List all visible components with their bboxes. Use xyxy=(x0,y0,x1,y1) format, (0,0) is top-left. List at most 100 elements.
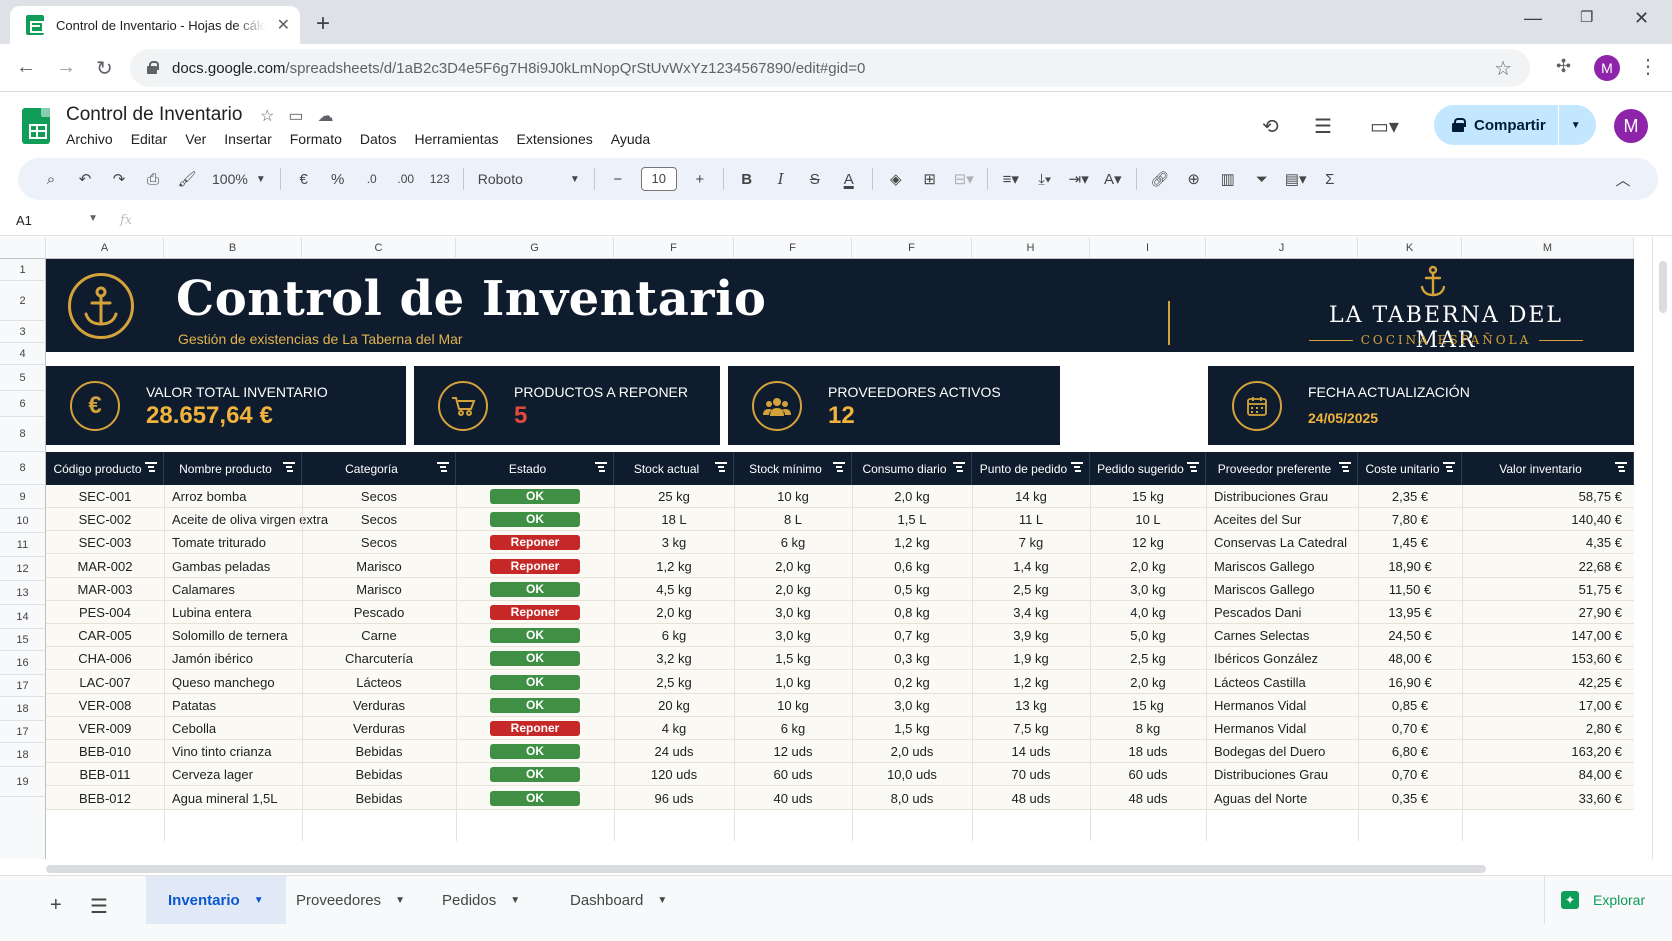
table-cell[interactable]: 14 kg xyxy=(972,485,1090,508)
table-cell[interactable]: 58,75 € xyxy=(1462,485,1634,508)
row-header[interactable]: 9 xyxy=(0,485,46,509)
menu-editar[interactable]: Editar xyxy=(131,131,168,147)
column-header[interactable]: F xyxy=(614,237,734,259)
share-dropdown-icon[interactable]: ▼ xyxy=(1571,120,1581,131)
table-cell[interactable]: Solomillo de ternera xyxy=(164,624,302,647)
table-cell[interactable]: 0,7 kg xyxy=(852,624,972,647)
font-size-input[interactable]: 10 xyxy=(640,167,677,191)
table-cell[interactable]: SEC-003 xyxy=(46,531,164,554)
table-cell[interactable]: 24,50 € xyxy=(1358,624,1462,647)
column-header[interactable]: I xyxy=(1090,237,1206,259)
column-header[interactable]: F xyxy=(852,237,972,259)
sheet-tab-inventario[interactable]: Inventario ▼ xyxy=(146,876,286,924)
row-header[interactable]: 5 xyxy=(0,365,46,391)
vertical-align-icon[interactable]: ⤓▾ xyxy=(1028,164,1062,194)
table-cell[interactable]: 140,40 € xyxy=(1462,508,1634,531)
browser-profile-avatar[interactable]: M xyxy=(1594,55,1620,81)
menu-ver[interactable]: Ver xyxy=(185,131,206,147)
table-cell[interactable]: Conservas La Catedral xyxy=(1206,531,1358,554)
table-cell[interactable]: 6,80 € xyxy=(1358,740,1462,763)
print-icon[interactable]: ⎙ xyxy=(136,164,170,194)
merge-cells-icon[interactable]: ⊟▾ xyxy=(947,164,981,194)
sheet-tab-dashboard[interactable]: Dashboard ▼ xyxy=(570,876,667,924)
filter-icon[interactable] xyxy=(1187,462,1199,472)
sheet-tab-pedidos[interactable]: Pedidos ▼ xyxy=(442,876,520,924)
table-cell[interactable]: 4,5 kg xyxy=(614,578,734,601)
table-header-cell[interactable]: Consumo diario xyxy=(852,452,972,485)
filter-icon[interactable] xyxy=(953,462,965,472)
table-cell[interactable]: 1,0 kg xyxy=(734,671,852,694)
row-header[interactable]: 10 xyxy=(0,509,46,533)
search-menus-icon[interactable]: ⌕ xyxy=(34,164,68,194)
table-cell[interactable]: 4,35 € xyxy=(1462,531,1634,554)
menu-archivo[interactable]: Archivo xyxy=(66,131,113,147)
table-row[interactable]: MAR-003 Calamares Marisco OK 4,5 kg 2,0 kg 0,5… xyxy=(46,577,1634,601)
filter-icon[interactable]: ⏷ xyxy=(1245,164,1279,194)
table-cell[interactable]: BEB-011 xyxy=(46,763,164,786)
table-cell[interactable]: 3 kg xyxy=(614,531,734,554)
new-tab-icon[interactable]: + xyxy=(316,10,330,38)
table-cell[interactable]: 10 kg xyxy=(734,694,852,717)
table-cell[interactable]: 5,0 kg xyxy=(1090,624,1206,647)
table-cell[interactable]: 2,0 uds xyxy=(852,740,972,763)
close-tab-icon[interactable]: ✕ xyxy=(277,15,290,35)
back-icon[interactable]: ← xyxy=(16,56,36,79)
table-cell[interactable]: 51,75 € xyxy=(1462,578,1634,601)
insert-comment-icon[interactable]: ⊕ xyxy=(1177,164,1211,194)
percent-format-button[interactable]: % xyxy=(321,164,355,194)
table-cell[interactable]: 17,00 € xyxy=(1462,694,1634,717)
table-cell[interactable]: 1,5 kg xyxy=(852,717,972,740)
table-cell[interactable]: 2,0 kg xyxy=(734,555,852,578)
forward-icon[interactable]: → xyxy=(56,56,76,79)
table-row[interactable]: SEC-003 Tomate triturado Secos Reponer 3 kg 6… xyxy=(46,531,1634,555)
row-header[interactable]: 19 xyxy=(0,767,46,797)
table-cell[interactable]: LAC-007 xyxy=(46,671,164,694)
sheet-tab-proveedores[interactable]: Proveedores ▼ xyxy=(296,876,405,924)
currency-format-button[interactable]: € xyxy=(287,164,321,194)
row-header[interactable]: 12 xyxy=(0,557,46,581)
table-cell[interactable]: Bebidas xyxy=(302,740,456,763)
table-cell[interactable]: Aguas del Norte xyxy=(1206,787,1358,810)
browser-tab[interactable]: Control de Inventario - Hojas de cálculo… xyxy=(10,6,300,44)
spreadsheet-grid[interactable]: Control de Inventario Gestión de existen… xyxy=(0,237,1652,859)
table-cell[interactable]: Vino tinto crianza xyxy=(164,740,302,763)
table-row[interactable]: SEC-001 Arroz bomba Secos OK 25 kg 10 kg 2,0 k… xyxy=(46,485,1634,508)
table-cell[interactable]: 2,5 kg xyxy=(1090,647,1206,670)
table-cell[interactable]: 3,9 kg xyxy=(972,624,1090,647)
table-cell[interactable]: 15 kg xyxy=(1090,485,1206,508)
table-cell[interactable]: Bebidas xyxy=(302,763,456,786)
insert-link-icon[interactable]: 🔗︎ xyxy=(1143,164,1177,194)
table-cell[interactable]: 8,0 uds xyxy=(852,787,972,810)
table-header-cell[interactable]: Proveedor preferente xyxy=(1206,452,1358,485)
redo-icon[interactable]: ↷ xyxy=(102,164,136,194)
table-row[interactable]: VER-008 Patatas Verduras OK 20 kg 10 kg 3,0 kg… xyxy=(46,693,1634,717)
restore-icon[interactable]: ❐ xyxy=(1580,8,1593,26)
table-cell[interactable]: Charcutería xyxy=(302,647,456,670)
row-header[interactable]: 18 xyxy=(0,743,46,767)
table-cell[interactable]: 1,2 kg xyxy=(972,671,1090,694)
menu-extensiones[interactable]: Extensiones xyxy=(516,131,592,147)
table-cell[interactable]: Arroz bomba xyxy=(164,485,302,508)
column-header[interactable]: F xyxy=(734,237,852,259)
table-cell[interactable]: 10,0 uds xyxy=(852,763,972,786)
table-cell[interactable]: Aceites del Sur xyxy=(1206,508,1358,531)
table-cell[interactable]: 1,2 kg xyxy=(614,555,734,578)
table-cell[interactable]: 8 kg xyxy=(1090,717,1206,740)
undo-icon[interactable]: ↶ xyxy=(68,164,102,194)
italic-icon[interactable]: I xyxy=(764,164,798,194)
table-cell[interactable]: Tomate triturado xyxy=(164,531,302,554)
table-cell[interactable]: 2,0 kg xyxy=(614,601,734,624)
row-header[interactable]: 16 xyxy=(0,651,46,675)
filter-views-icon[interactable]: ▤▾ xyxy=(1279,164,1313,194)
table-cell[interactable]: 1,9 kg xyxy=(972,647,1090,670)
name-box[interactable]: A1 ▼ xyxy=(0,213,104,228)
table-cell[interactable]: Cerveza lager xyxy=(164,763,302,786)
table-cell[interactable]: 70 uds xyxy=(972,763,1090,786)
table-cell[interactable]: 12 uds xyxy=(734,740,852,763)
text-color-icon[interactable]: A xyxy=(832,164,866,194)
table-cell[interactable]: 2,0 kg xyxy=(852,485,972,508)
table-cell[interactable]: 2,5 kg xyxy=(972,578,1090,601)
table-cell[interactable]: BEB-010 xyxy=(46,740,164,763)
row-header[interactable]: 17 xyxy=(0,721,46,743)
table-cell[interactable]: Secos xyxy=(302,485,456,508)
